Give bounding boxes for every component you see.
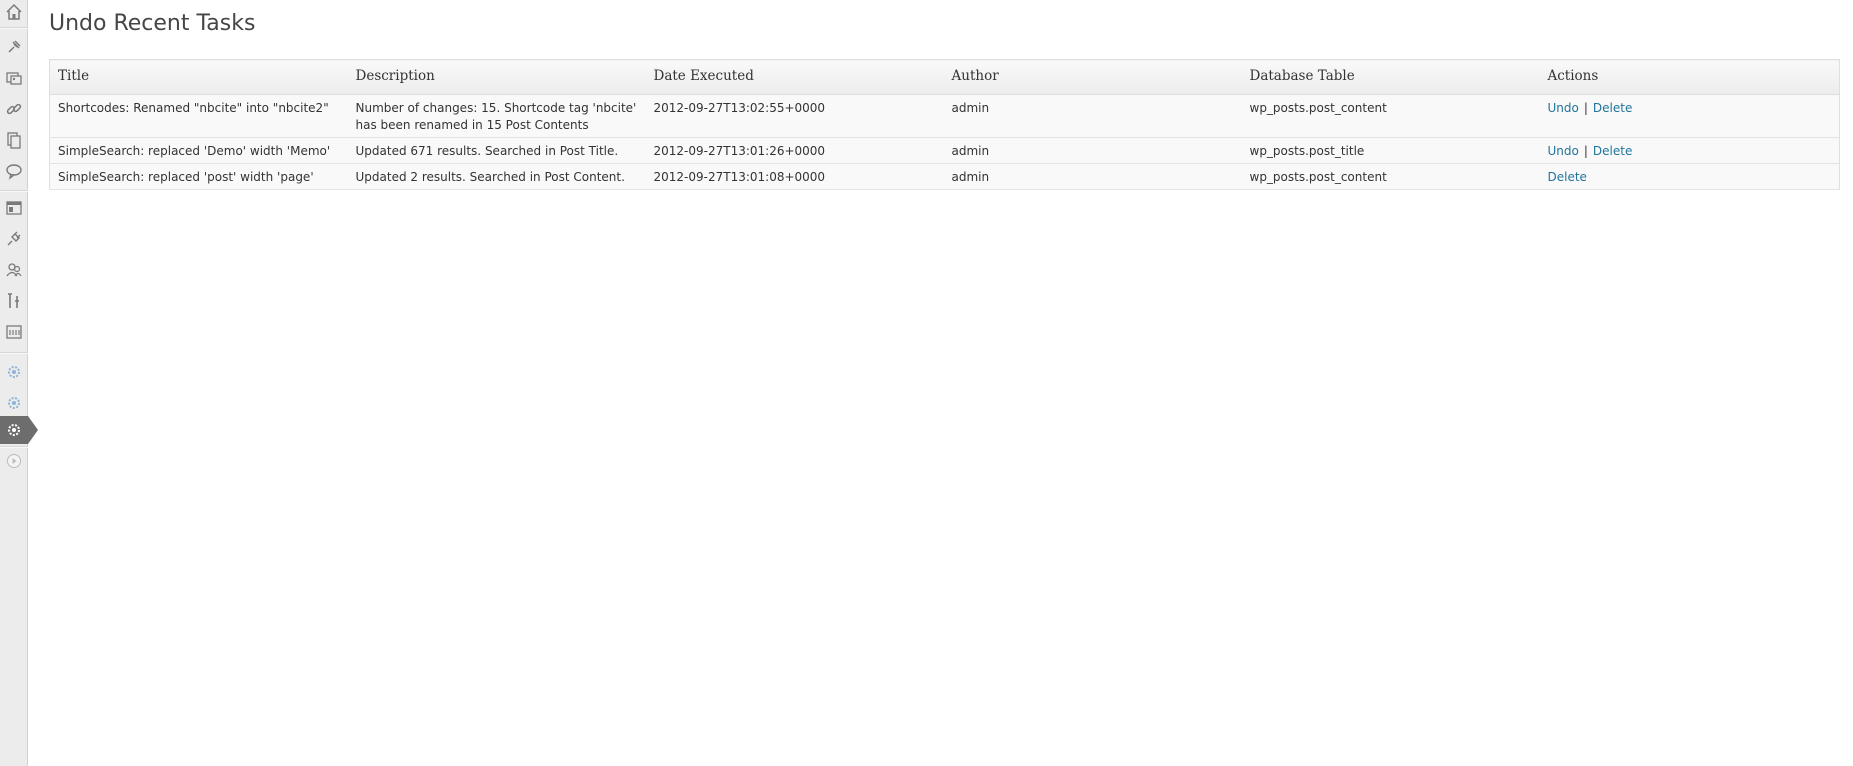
comments-icon[interactable] bbox=[3, 160, 25, 182]
cell-description: Number of changes: 15. Shortcode tag 'nb… bbox=[347, 94, 646, 138]
posts-icon[interactable] bbox=[3, 36, 25, 58]
undo-link[interactable]: Undo bbox=[1548, 101, 1579, 115]
table-header-row: Title Description Date Executed Author D… bbox=[49, 59, 1840, 95]
column-header-description: Description bbox=[347, 59, 646, 95]
delete-link[interactable]: Delete bbox=[1593, 144, 1632, 158]
table-row: SimpleSearch: replaced 'post' width 'pag… bbox=[49, 163, 1840, 190]
action-separator: | bbox=[1583, 101, 1588, 115]
column-header-date-executed: Date Executed bbox=[645, 59, 944, 95]
active-plugin-settings-icon bbox=[3, 419, 25, 441]
delete-link[interactable]: Delete bbox=[1548, 170, 1587, 184]
table-row: SimpleSearch: replaced 'Demo' width 'Mem… bbox=[49, 137, 1840, 164]
cell-author: admin bbox=[943, 163, 1242, 190]
page-title: Undo Recent Tasks bbox=[49, 11, 256, 36]
cell-actions: Undo | Delete bbox=[1539, 137, 1840, 164]
column-header-actions: Actions bbox=[1539, 59, 1840, 95]
users-icon[interactable] bbox=[3, 259, 25, 281]
cell-author: admin bbox=[943, 137, 1242, 164]
cell-title: SimpleSearch: replaced 'post' width 'pag… bbox=[49, 163, 348, 190]
tools-icon[interactable] bbox=[3, 290, 25, 312]
main-content: Undo Recent Tasks Title Description Date… bbox=[49, 0, 1840, 190]
media-icon[interactable] bbox=[3, 67, 25, 89]
cell-title: Shortcodes: Renamed "nbcite" into "nbcit… bbox=[49, 94, 348, 138]
action-separator: | bbox=[1583, 144, 1588, 158]
cell-description: Updated 671 results. Searched in Post Ti… bbox=[347, 137, 646, 164]
plugin-settings-icon-2[interactable] bbox=[3, 392, 25, 414]
settings-icon[interactable] bbox=[3, 321, 25, 343]
cell-database-table: wp_posts.post_content bbox=[1241, 163, 1540, 190]
cell-date-executed: 2012-09-27T13:01:26+0000 bbox=[645, 137, 944, 164]
cell-description: Updated 2 results. Searched in Post Cont… bbox=[347, 163, 646, 190]
tasks-table: Title Description Date Executed Author D… bbox=[49, 59, 1840, 190]
cell-database-table: wp_posts.post_content bbox=[1241, 94, 1540, 138]
plugin-settings-icon-1[interactable] bbox=[3, 361, 25, 383]
links-icon[interactable] bbox=[3, 98, 25, 120]
admin-sidebar bbox=[0, 0, 38, 766]
delete-link[interactable]: Delete bbox=[1593, 101, 1632, 115]
cell-author: admin bbox=[943, 94, 1242, 138]
pages-icon[interactable] bbox=[3, 129, 25, 151]
cell-date-executed: 2012-09-27T13:02:55+0000 bbox=[645, 94, 944, 138]
column-header-author: Author bbox=[943, 59, 1242, 95]
collapse-menu-icon[interactable] bbox=[3, 450, 25, 472]
cell-database-table: wp_posts.post_title bbox=[1241, 137, 1540, 164]
active-menu-item[interactable] bbox=[0, 416, 38, 444]
dashboard-icon[interactable] bbox=[3, 1, 25, 23]
plugins-icon[interactable] bbox=[3, 228, 25, 250]
table-row: Shortcodes: Renamed "nbcite" into "nbcit… bbox=[49, 94, 1840, 138]
cell-actions: Undo | Delete bbox=[1539, 94, 1840, 138]
column-header-title: Title bbox=[49, 59, 348, 95]
column-header-database-table: Database Table bbox=[1241, 59, 1540, 95]
cell-title: SimpleSearch: replaced 'Demo' width 'Mem… bbox=[49, 137, 348, 164]
appearance-icon[interactable] bbox=[3, 197, 25, 219]
undo-link[interactable]: Undo bbox=[1548, 144, 1579, 158]
cell-actions: Delete bbox=[1539, 163, 1840, 190]
cell-date-executed: 2012-09-27T13:01:08+0000 bbox=[645, 163, 944, 190]
